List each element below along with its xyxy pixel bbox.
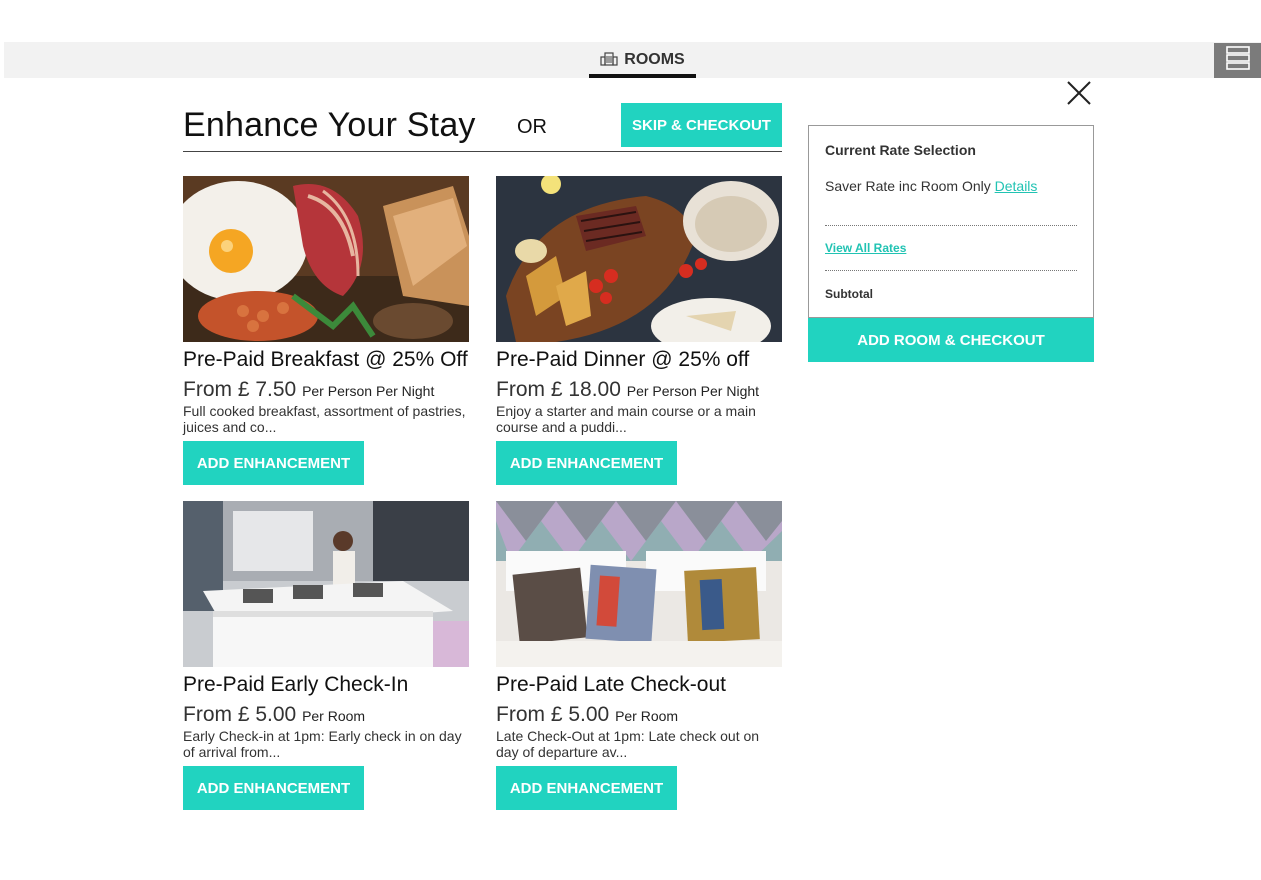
enhancement-title: Pre-Paid Breakfast @ 25% Off: [183, 348, 468, 371]
enhancement-title: Pre-Paid Early Check-In: [183, 673, 409, 696]
details-link[interactable]: Details: [995, 178, 1038, 194]
skip-checkout-button[interactable]: SKIP & CHECKOUT: [621, 103, 782, 147]
price-unit: Per Room: [302, 708, 366, 724]
subtotal-label: Subtotal: [825, 287, 873, 301]
active-tab-underline: [589, 74, 696, 78]
add-enhancement-button[interactable]: ADD ENHANCEMENT: [183, 441, 364, 485]
price-unit: Per Room: [615, 708, 679, 724]
price-value: From £ 5.00: [496, 703, 610, 726]
add-room-checkout-button[interactable]: ADD ROOM & CHECKOUT: [808, 318, 1094, 362]
current-rate: Saver Rate inc Room Only Details: [825, 178, 1037, 194]
enhancement-description: Full cooked breakfast, assortment of pas…: [183, 403, 466, 435]
or-separator: OR: [517, 116, 547, 138]
add-enhancement-button[interactable]: ADD ENHANCEMENT: [496, 766, 677, 810]
menu-button[interactable]: [1214, 43, 1261, 78]
enhancement-title: Pre-Paid Late Check-out: [496, 673, 726, 696]
enhancement-price: From £ 18.00 Per Person Per Night: [496, 378, 782, 402]
rate-panel-title: Current Rate Selection: [825, 142, 976, 158]
price-value: From £ 18.00: [496, 378, 621, 401]
price-value: From £ 7.50: [183, 378, 297, 401]
price-unit: Per Person Per Night: [302, 383, 435, 399]
rate-selection-panel: Current Rate Selection Saver Rate inc Ro…: [808, 125, 1094, 318]
breakfast-photo: [183, 176, 469, 342]
enhancement-card-breakfast: Pre-Paid Breakfast @ 25% Off From £ 7.50…: [183, 176, 469, 485]
view-all-rates-link[interactable]: View All Rates: [825, 241, 906, 255]
reception-desk-photo: [183, 501, 469, 667]
tab-rooms[interactable]: ROOMS: [589, 42, 696, 78]
divider: [825, 270, 1077, 271]
enhancement-card-early-checkin: Pre-Paid Early Check-In From £ 5.00 Per …: [183, 501, 469, 810]
enhancement-description: Late Check-Out at 1pm: Late check out on…: [496, 728, 760, 760]
enhancement-card-late-checkout: Pre-Paid Late Check-out From £ 5.00 Per …: [496, 501, 782, 810]
enhancement-price: From £ 5.00 Per Room: [183, 703, 469, 727]
price-value: From £ 5.00: [183, 703, 297, 726]
divider: [825, 225, 1077, 226]
top-nav-bar: ROOMS: [4, 42, 1261, 78]
tab-rooms-label: ROOMS: [624, 51, 685, 68]
building-icon: [600, 50, 618, 71]
price-unit: Per Person Per Night: [626, 383, 760, 399]
enhancement-price: From £ 7.50 Per Person Per Night: [183, 378, 469, 402]
enhancement-price: From £ 5.00 Per Room: [496, 703, 782, 727]
rate-name: Saver Rate inc Room Only: [825, 178, 991, 194]
enhancement-description: Early Check-in at 1pm: Early check in on…: [183, 728, 462, 760]
add-enhancement-button[interactable]: ADD ENHANCEMENT: [496, 441, 677, 485]
heading-divider: [183, 151, 782, 152]
enhancement-card-dinner: Pre-Paid Dinner @ 25% off From £ 18.00 P…: [496, 176, 782, 485]
hamburger-menu-icon: [1225, 45, 1251, 76]
add-enhancement-button[interactable]: ADD ENHANCEMENT: [183, 766, 364, 810]
close-icon[interactable]: [1064, 78, 1094, 108]
dinner-photo: [496, 176, 782, 342]
page-title: Enhance Your Stay: [183, 106, 476, 144]
bed-cushions-photo: [496, 501, 782, 667]
enhancement-title: Pre-Paid Dinner @ 25% off: [496, 348, 750, 371]
enhancement-description: Enjoy a starter and main course or a mai…: [496, 403, 756, 435]
